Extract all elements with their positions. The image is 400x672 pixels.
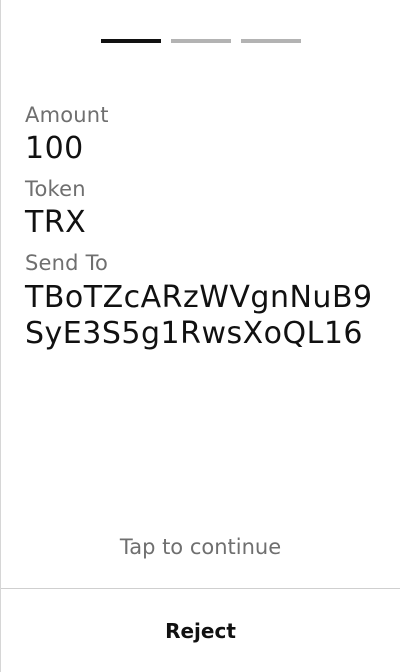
send-to-label: Send To bbox=[25, 251, 109, 275]
transaction-confirm-screen[interactable]: Amount 100 Token TRX Send To TBoTZcARzWV… bbox=[0, 0, 400, 672]
reject-button[interactable]: Reject bbox=[1, 589, 400, 672]
step-2-indicator bbox=[171, 39, 231, 43]
token-label: Token bbox=[25, 177, 86, 201]
step-indicator bbox=[101, 39, 301, 43]
send-to-address: TBoTZcARzWVgnNuB9SyE3S5g1RwsXoQL16 bbox=[25, 280, 373, 351]
amount-value: 100 bbox=[25, 131, 84, 166]
transaction-details: Amount 100 Token TRX Send To TBoTZcARzWV… bbox=[25, 100, 375, 352]
amount-label: Amount bbox=[25, 103, 109, 127]
step-3-indicator bbox=[241, 39, 301, 43]
tap-to-continue-hint[interactable]: Tap to continue bbox=[1, 532, 400, 562]
step-1-indicator bbox=[101, 39, 161, 43]
token-value: TRX bbox=[25, 205, 87, 240]
